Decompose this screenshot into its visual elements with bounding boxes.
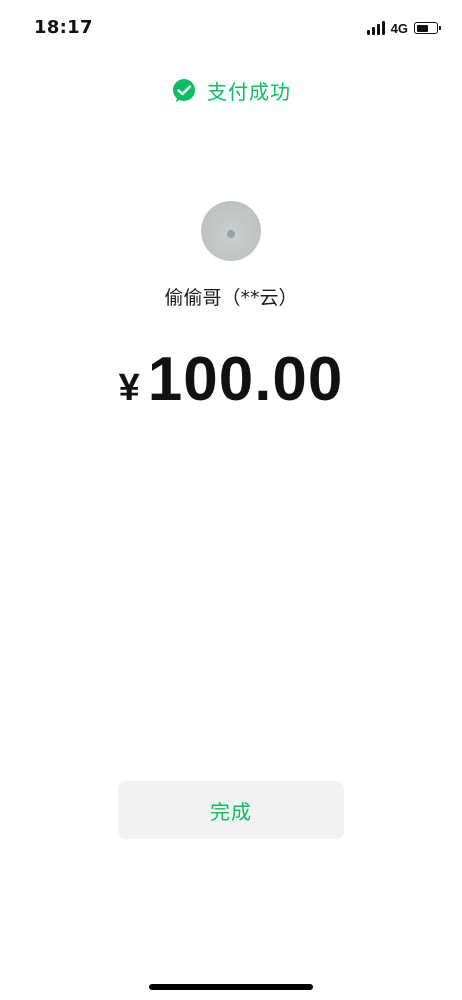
battery-icon xyxy=(414,22,441,34)
amount-value: 100.00 xyxy=(147,345,344,414)
signal-strength-icon xyxy=(366,21,385,35)
page-title: 支付成功 xyxy=(207,80,291,104)
home-indicator[interactable] xyxy=(149,984,313,990)
network-type: 4G xyxy=(390,20,408,36)
battery-level xyxy=(416,24,428,32)
status-time: 18:17 xyxy=(34,17,93,38)
payee-name: 偷偷哥（**云） xyxy=(164,287,298,309)
wechat-pay-check-icon xyxy=(173,78,195,102)
payee-avatar xyxy=(201,201,261,261)
currency-symbol: ¥ xyxy=(118,367,140,409)
payment-amount: ¥ 100.00 xyxy=(0,344,462,415)
status-indicators: 4G xyxy=(366,18,441,38)
status-bar: 18:17 4G xyxy=(0,0,462,56)
done-button[interactable]: 完成 xyxy=(118,781,344,839)
payment-success-header: 支付成功 xyxy=(0,76,462,105)
